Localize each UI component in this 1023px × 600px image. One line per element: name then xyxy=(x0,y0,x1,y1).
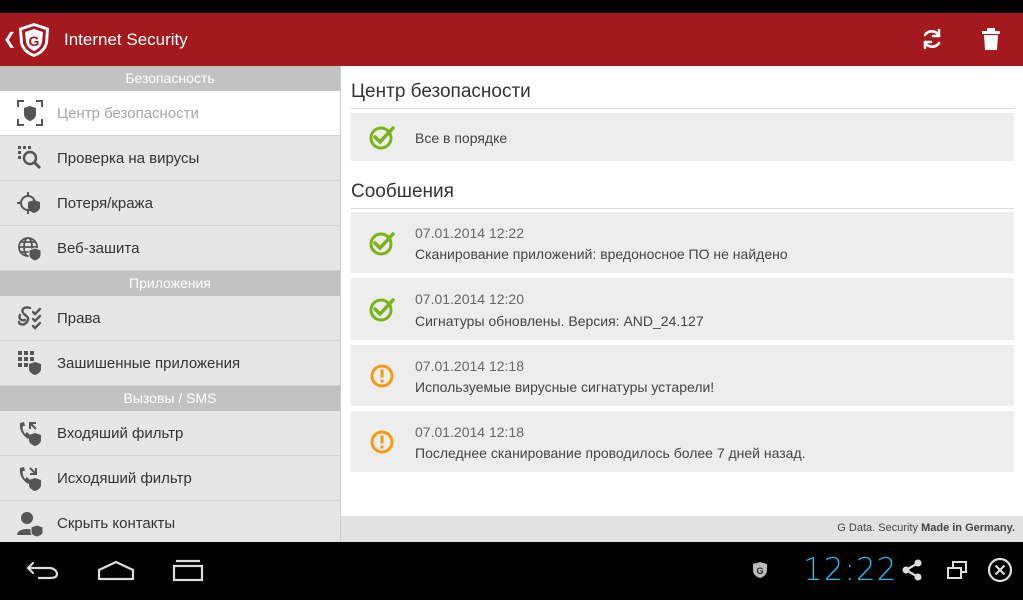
loss-theft-icon xyxy=(13,188,47,218)
footer-tagline: Made in Germany. xyxy=(921,522,1015,534)
window-icon[interactable] xyxy=(943,554,971,586)
message-date: 07.01.2014 12:20 xyxy=(415,291,524,307)
section-header-calls-sms: Вызовы / SMS xyxy=(0,386,340,411)
web-protection-icon xyxy=(13,233,47,263)
nav-home-icon[interactable] xyxy=(96,554,136,586)
security-center-icon xyxy=(13,98,47,128)
sidebar-item-incoming-filter[interactable]: Входяший фильтр xyxy=(0,411,340,456)
system-clock[interactable]: 12:22 xyxy=(803,552,897,588)
message-text: Используемые вирусные сигнатуры устарели… xyxy=(415,379,715,395)
sidebar-item-permissions[interactable]: Права xyxy=(0,296,340,341)
sidebar-item-web-protection[interactable]: Веб-зашита xyxy=(0,226,340,271)
message-date: 07.01.2014 12:18 xyxy=(415,358,524,374)
message-row[interactable]: 07.01.2014 12:18 Используемые вирусные с… xyxy=(351,345,1014,406)
top-status-bar xyxy=(0,0,1023,13)
main-content: Центр безопасности Все в порядке Сообшен… xyxy=(341,66,1023,516)
app-title: Internet Security xyxy=(64,30,188,49)
nav-recents-icon[interactable] xyxy=(168,554,208,586)
message-row[interactable]: 07.01.2014 12:18 Последнее сканирование … xyxy=(351,411,1014,472)
virus-scan-icon xyxy=(13,143,47,173)
protected-apps-icon xyxy=(13,348,47,378)
hide-contacts-icon xyxy=(13,508,47,538)
messages-title: Сообшения xyxy=(351,181,454,202)
check-icon xyxy=(368,295,396,323)
nav-back-icon[interactable] xyxy=(23,554,63,586)
security-center-title: Центр безопасности xyxy=(351,81,531,102)
outgoing-filter-icon xyxy=(13,463,47,493)
share-icon[interactable] xyxy=(898,554,926,586)
section-header-apps: Приложения xyxy=(0,271,340,296)
footer-credit: G Data. Security Made in Germany. xyxy=(837,522,1015,534)
status-card[interactable]: Все в порядке xyxy=(351,113,1014,161)
sidebar-item-label: Входяший фильтр xyxy=(57,424,184,442)
sidebar-item-virus-scan[interactable]: Проверка на вирусы xyxy=(0,136,340,181)
message-date: 07.01.2014 12:18 xyxy=(415,424,524,440)
warning-icon xyxy=(368,362,396,390)
gdata-logo-icon[interactable]: G xyxy=(15,21,53,59)
incoming-filter-icon xyxy=(13,418,47,448)
sidebar-item-outgoing-filter[interactable]: Исходяший фильтр xyxy=(0,456,340,501)
trash-icon[interactable] xyxy=(977,25,1005,53)
message-row[interactable]: 07.01.2014 12:22 Сканирование приложений… xyxy=(351,212,1014,273)
sidebar-item-protected-apps[interactable]: Зашишенные приложения xyxy=(0,341,340,386)
navigation-sidebar: Безопасность Центр безопасности Проверка… xyxy=(0,66,340,542)
gdata-notification-icon[interactable]: G xyxy=(748,554,772,586)
footer-brand: G Data. Security xyxy=(837,522,918,534)
message-text: Сканирование приложений: вредоносное ПО … xyxy=(415,246,788,262)
warning-icon xyxy=(368,428,396,456)
app-bar: ❮ G Internet Security xyxy=(0,13,1023,66)
section-header-security: Безопасность xyxy=(0,66,340,91)
check-icon xyxy=(368,123,396,151)
message-text: Сигнатуры обновлены. Версия: AND_24.127 xyxy=(415,313,704,329)
message-row[interactable]: 07.01.2014 12:20 Сигнатуры обновлены. Ве… xyxy=(351,278,1014,340)
sidebar-item-security-center[interactable]: Центр безопасности xyxy=(0,91,340,136)
sidebar-item-label: Потеря/кража xyxy=(57,194,153,212)
footer-bar: G Data. Security Made in Germany. xyxy=(341,516,1023,542)
sidebar-item-label: Веб-зашита xyxy=(57,239,140,257)
sidebar-item-label: Права xyxy=(57,309,101,327)
sidebar-item-hide-contacts[interactable]: Скрыть контакты xyxy=(0,501,340,542)
sidebar-item-label: Проверка на вирусы xyxy=(57,149,200,167)
sidebar-item-label: Скрыть контакты xyxy=(57,514,176,532)
messages-divider xyxy=(351,208,1014,209)
svg-text:G: G xyxy=(29,33,40,49)
close-circle-icon[interactable] xyxy=(985,554,1015,586)
refresh-icon[interactable] xyxy=(918,25,946,53)
status-text: Все в порядке xyxy=(415,130,508,146)
message-date: 07.01.2014 12:22 xyxy=(415,225,524,241)
sidebar-item-label: Центр безопасности xyxy=(57,104,199,122)
check-icon xyxy=(368,229,396,257)
permissions-icon xyxy=(13,303,47,333)
svg-text:G: G xyxy=(756,566,763,576)
sidebar-item-label: Зашишенные приложения xyxy=(57,354,241,372)
sidebar-item-label: Исходяший фильтр xyxy=(57,469,192,487)
system-navigation-bar: G 12:22 xyxy=(0,542,1023,600)
sidebar-item-loss-theft[interactable]: Потеря/кража xyxy=(0,181,340,226)
message-text: Последнее сканирование проводилось более… xyxy=(415,445,806,461)
title-divider xyxy=(351,108,1014,109)
